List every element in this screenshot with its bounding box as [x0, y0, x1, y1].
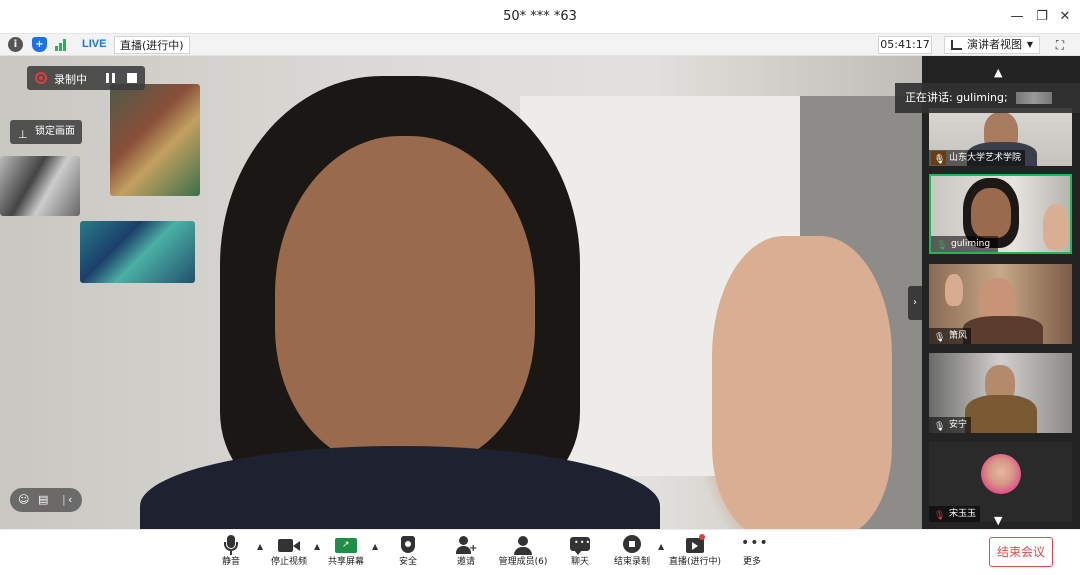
- participant-tile[interactable]: ♟ 🎙山东大学艺术学院: [929, 108, 1072, 166]
- participant-label: 🎙 山东大学艺术学院: [929, 150, 1026, 166]
- stop-recording-icon: [620, 534, 644, 556]
- share-screen-icon: ↗: [334, 534, 358, 556]
- participant-hand: [945, 274, 963, 306]
- microphone-icon: 🎙: [934, 333, 946, 343]
- emoji-icon[interactable]: ☺: [18, 492, 29, 508]
- participant-name: 山东大学艺术学院: [949, 153, 1022, 163]
- main-video[interactable]: [0, 56, 922, 529]
- active-speaker-banner: 正在讲话: guliming;: [895, 83, 1080, 113]
- info-icon[interactable]: i: [8, 37, 23, 52]
- recording-label: 录制中: [54, 73, 87, 86]
- comment-icon[interactable]: ▤: [38, 492, 48, 508]
- participant-name: guliming: [951, 239, 991, 249]
- participant-hand: [1043, 204, 1069, 250]
- reaction-bar[interactable]: ☺ ▤ | ‹: [10, 488, 82, 512]
- view-mode-label: 演讲者视图: [967, 38, 1022, 51]
- wall-painting: [0, 156, 80, 216]
- collapse-icon[interactable]: ‹: [68, 492, 72, 508]
- wall-painting: [110, 84, 200, 196]
- title-bar: 50* *** *63 — ❐ ✕: [0, 0, 1080, 34]
- chat-icon: •••: [568, 534, 592, 556]
- more-button[interactable]: ••• 更多: [720, 534, 784, 574]
- speaker-hand: [712, 236, 892, 529]
- close-button[interactable]: ✕: [1054, 7, 1076, 27]
- camera-icon: [277, 534, 301, 556]
- banner-graphic: [1016, 92, 1052, 104]
- recording-icon: [35, 72, 47, 84]
- speaker-view-icon: [951, 40, 962, 50]
- collapse-gallery-icon[interactable]: ›: [908, 286, 922, 320]
- scroll-down-icon[interactable]: ▼: [994, 515, 1002, 526]
- more-icon: •••: [741, 535, 769, 551]
- participant-label: 🎙 guliming: [931, 236, 999, 252]
- wall-painting: [80, 221, 195, 283]
- view-mode-dropdown[interactable]: 演讲者视图 ▼: [944, 36, 1040, 54]
- restore-icon: ❐: [1036, 9, 1048, 24]
- add-user-icon: +: [454, 534, 478, 556]
- microphone-icon: 🎙: [936, 241, 948, 251]
- shield-icon: [396, 534, 420, 556]
- speaker-face: [275, 136, 535, 466]
- meeting-info-bar: i + LIVE 直播(进行中) 05:41:17 演讲者视图 ▼ ⛶: [0, 34, 1080, 56]
- participant-name: 箫风: [949, 331, 968, 341]
- participant-tile[interactable]: 🎙 安宁: [929, 353, 1072, 433]
- live-status[interactable]: 直播(进行中): [114, 36, 190, 54]
- participant-name: 安宁: [949, 420, 968, 430]
- participant-tile[interactable]: 🎙 guliming: [929, 174, 1072, 254]
- live-badge: LIVE: [82, 38, 107, 50]
- participant-label: 🎙 宋玉玉: [929, 506, 981, 522]
- avatar: [981, 454, 1021, 494]
- more-label: 更多: [742, 557, 761, 567]
- lock-view-button[interactable]: ⊥ 锁定画面: [10, 120, 82, 144]
- microphone-muted-icon: 🎙: [934, 511, 946, 521]
- participant-gallery: ▲ ♟ 🎙山东大学艺术学院 🎙guliming 🎙箫风 🎙安宁 🎙宋玉玉 ▼: [922, 56, 1080, 529]
- close-icon: ✕: [1059, 9, 1071, 24]
- lock-view-label: 锁定画面: [35, 126, 75, 137]
- participant-body: [963, 316, 1043, 344]
- restore-button[interactable]: ❐: [1031, 7, 1053, 27]
- microphone-icon: 🎙: [934, 155, 946, 165]
- participant-tile[interactable]: 🎙 宋玉玉: [929, 442, 1072, 522]
- pause-icon[interactable]: [102, 70, 120, 86]
- recording-bar: 录制中: [27, 66, 145, 90]
- minimize-icon: —: [1010, 9, 1024, 24]
- meeting-toolbar: 静音 ▲ 停止视频 ▲ ↗ 共享屏幕 ▲ 安全 + 邀请 管理成员(6) •••…: [0, 529, 1080, 575]
- pin-icon: ⊥: [18, 128, 28, 141]
- participants-icon: [511, 534, 535, 556]
- participant-face: [971, 188, 1011, 238]
- microphone-icon: 🎙: [934, 422, 946, 432]
- elapsed-time: 05:41:17: [878, 36, 932, 54]
- divider: |: [62, 493, 66, 506]
- participant-label: 🎙 箫风: [929, 328, 972, 344]
- shield-icon[interactable]: +: [32, 37, 47, 52]
- window-title: 50* *** *63: [503, 9, 577, 24]
- stop-icon[interactable]: [127, 73, 137, 83]
- fullscreen-icon[interactable]: ⛶: [1050, 36, 1070, 54]
- signal-icon[interactable]: [55, 39, 69, 51]
- participant-name: 宋玉玉: [949, 509, 977, 519]
- live-stream-icon: [683, 534, 707, 556]
- participant-body: [965, 395, 1037, 433]
- participant-label: 🎙 安宁: [929, 417, 972, 433]
- active-speaker-text: 正在讲话: guliming;: [905, 91, 1008, 104]
- participant-tile[interactable]: 🎙 箫风: [929, 264, 1072, 344]
- microphone-icon: [219, 534, 243, 556]
- end-meeting-button[interactable]: 结束会议: [989, 537, 1053, 567]
- chevron-down-icon: ▼: [1026, 40, 1033, 49]
- scroll-up-icon[interactable]: ▲: [994, 67, 1002, 78]
- minimize-button[interactable]: —: [1006, 7, 1028, 27]
